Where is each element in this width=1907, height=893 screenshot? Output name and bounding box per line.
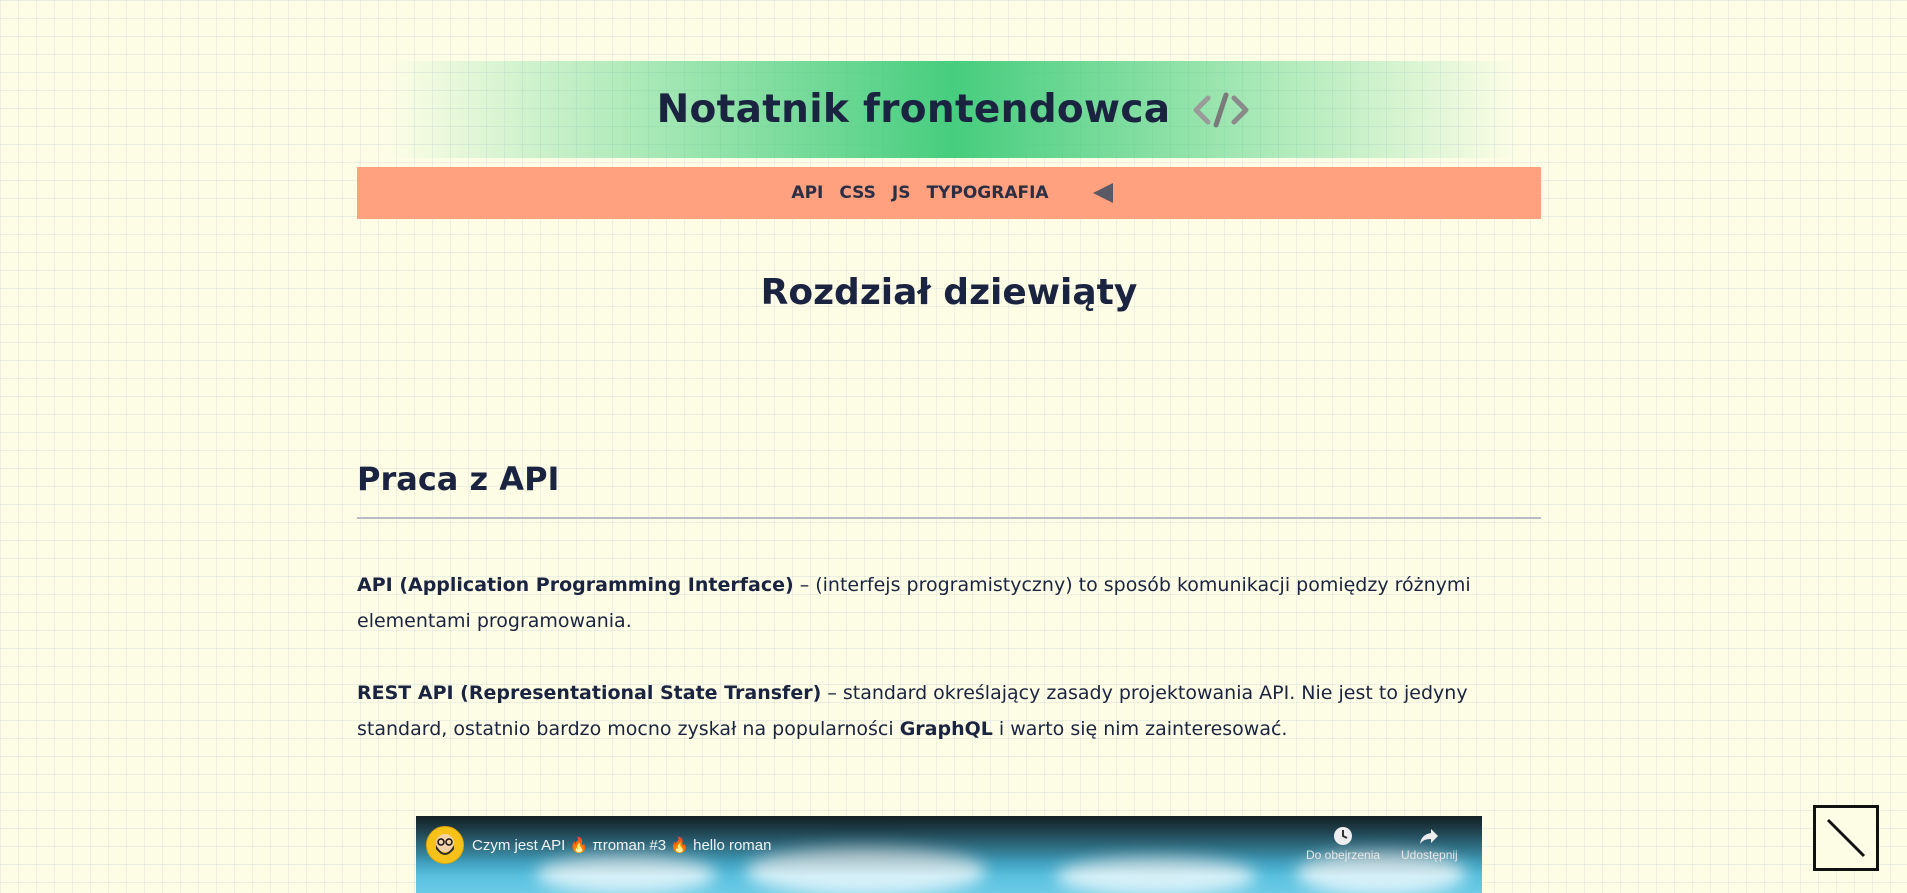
site-header: Notatnik frontendowca xyxy=(388,61,1519,158)
nav-item-typografia[interactable]: TYPOGRAFIA xyxy=(926,183,1048,203)
term-rest-api: REST API (Representational State Transfe… xyxy=(357,682,822,704)
share-button[interactable]: Udostępnij xyxy=(1401,826,1458,862)
clock-icon xyxy=(1334,827,1353,845)
chapter-title: Rozdział dziewiąty xyxy=(760,272,1138,313)
watch-later-button[interactable]: Do obejrzenia xyxy=(1306,826,1380,862)
nav-item-css[interactable]: CSS xyxy=(839,183,876,203)
channel-avatar[interactable] xyxy=(426,826,464,864)
section-title: Praca z API xyxy=(357,460,560,498)
main-nav: API CSS JS TYPOGRAFIA xyxy=(357,167,1541,219)
paragraph-api: API (Application Programming Interface) … xyxy=(357,567,1541,639)
site-title: Notatnik frontendowca xyxy=(656,87,1171,132)
corner-toggle-button[interactable] xyxy=(1813,805,1879,871)
paragraph-rest-api: REST API (Representational State Transfe… xyxy=(357,675,1541,747)
video-embed[interactable]: Czym jest API 🔥 πroman #3 🔥 hello roman … xyxy=(416,816,1482,893)
watch-later-label: Do obejrzenia xyxy=(1306,848,1381,862)
nav-item-js[interactable]: JS xyxy=(892,183,911,203)
triangle-left-icon[interactable] xyxy=(1091,181,1115,205)
definition-rest-api-end: i warto się nim zainteresować. xyxy=(992,718,1288,740)
slash-icon xyxy=(1826,818,1866,858)
graphql-highlight: GraphQL xyxy=(899,718,993,740)
video-title[interactable]: Czym jest API 🔥 πroman #3 🔥 hello roman xyxy=(472,836,771,854)
term-api: API (Application Programming Interface) xyxy=(357,574,794,596)
nav-item-api[interactable]: API xyxy=(791,183,823,203)
share-icon xyxy=(1420,829,1439,844)
section-divider xyxy=(357,517,1541,519)
share-label: Udostępnij xyxy=(1401,848,1458,862)
code-icon xyxy=(1192,92,1250,128)
